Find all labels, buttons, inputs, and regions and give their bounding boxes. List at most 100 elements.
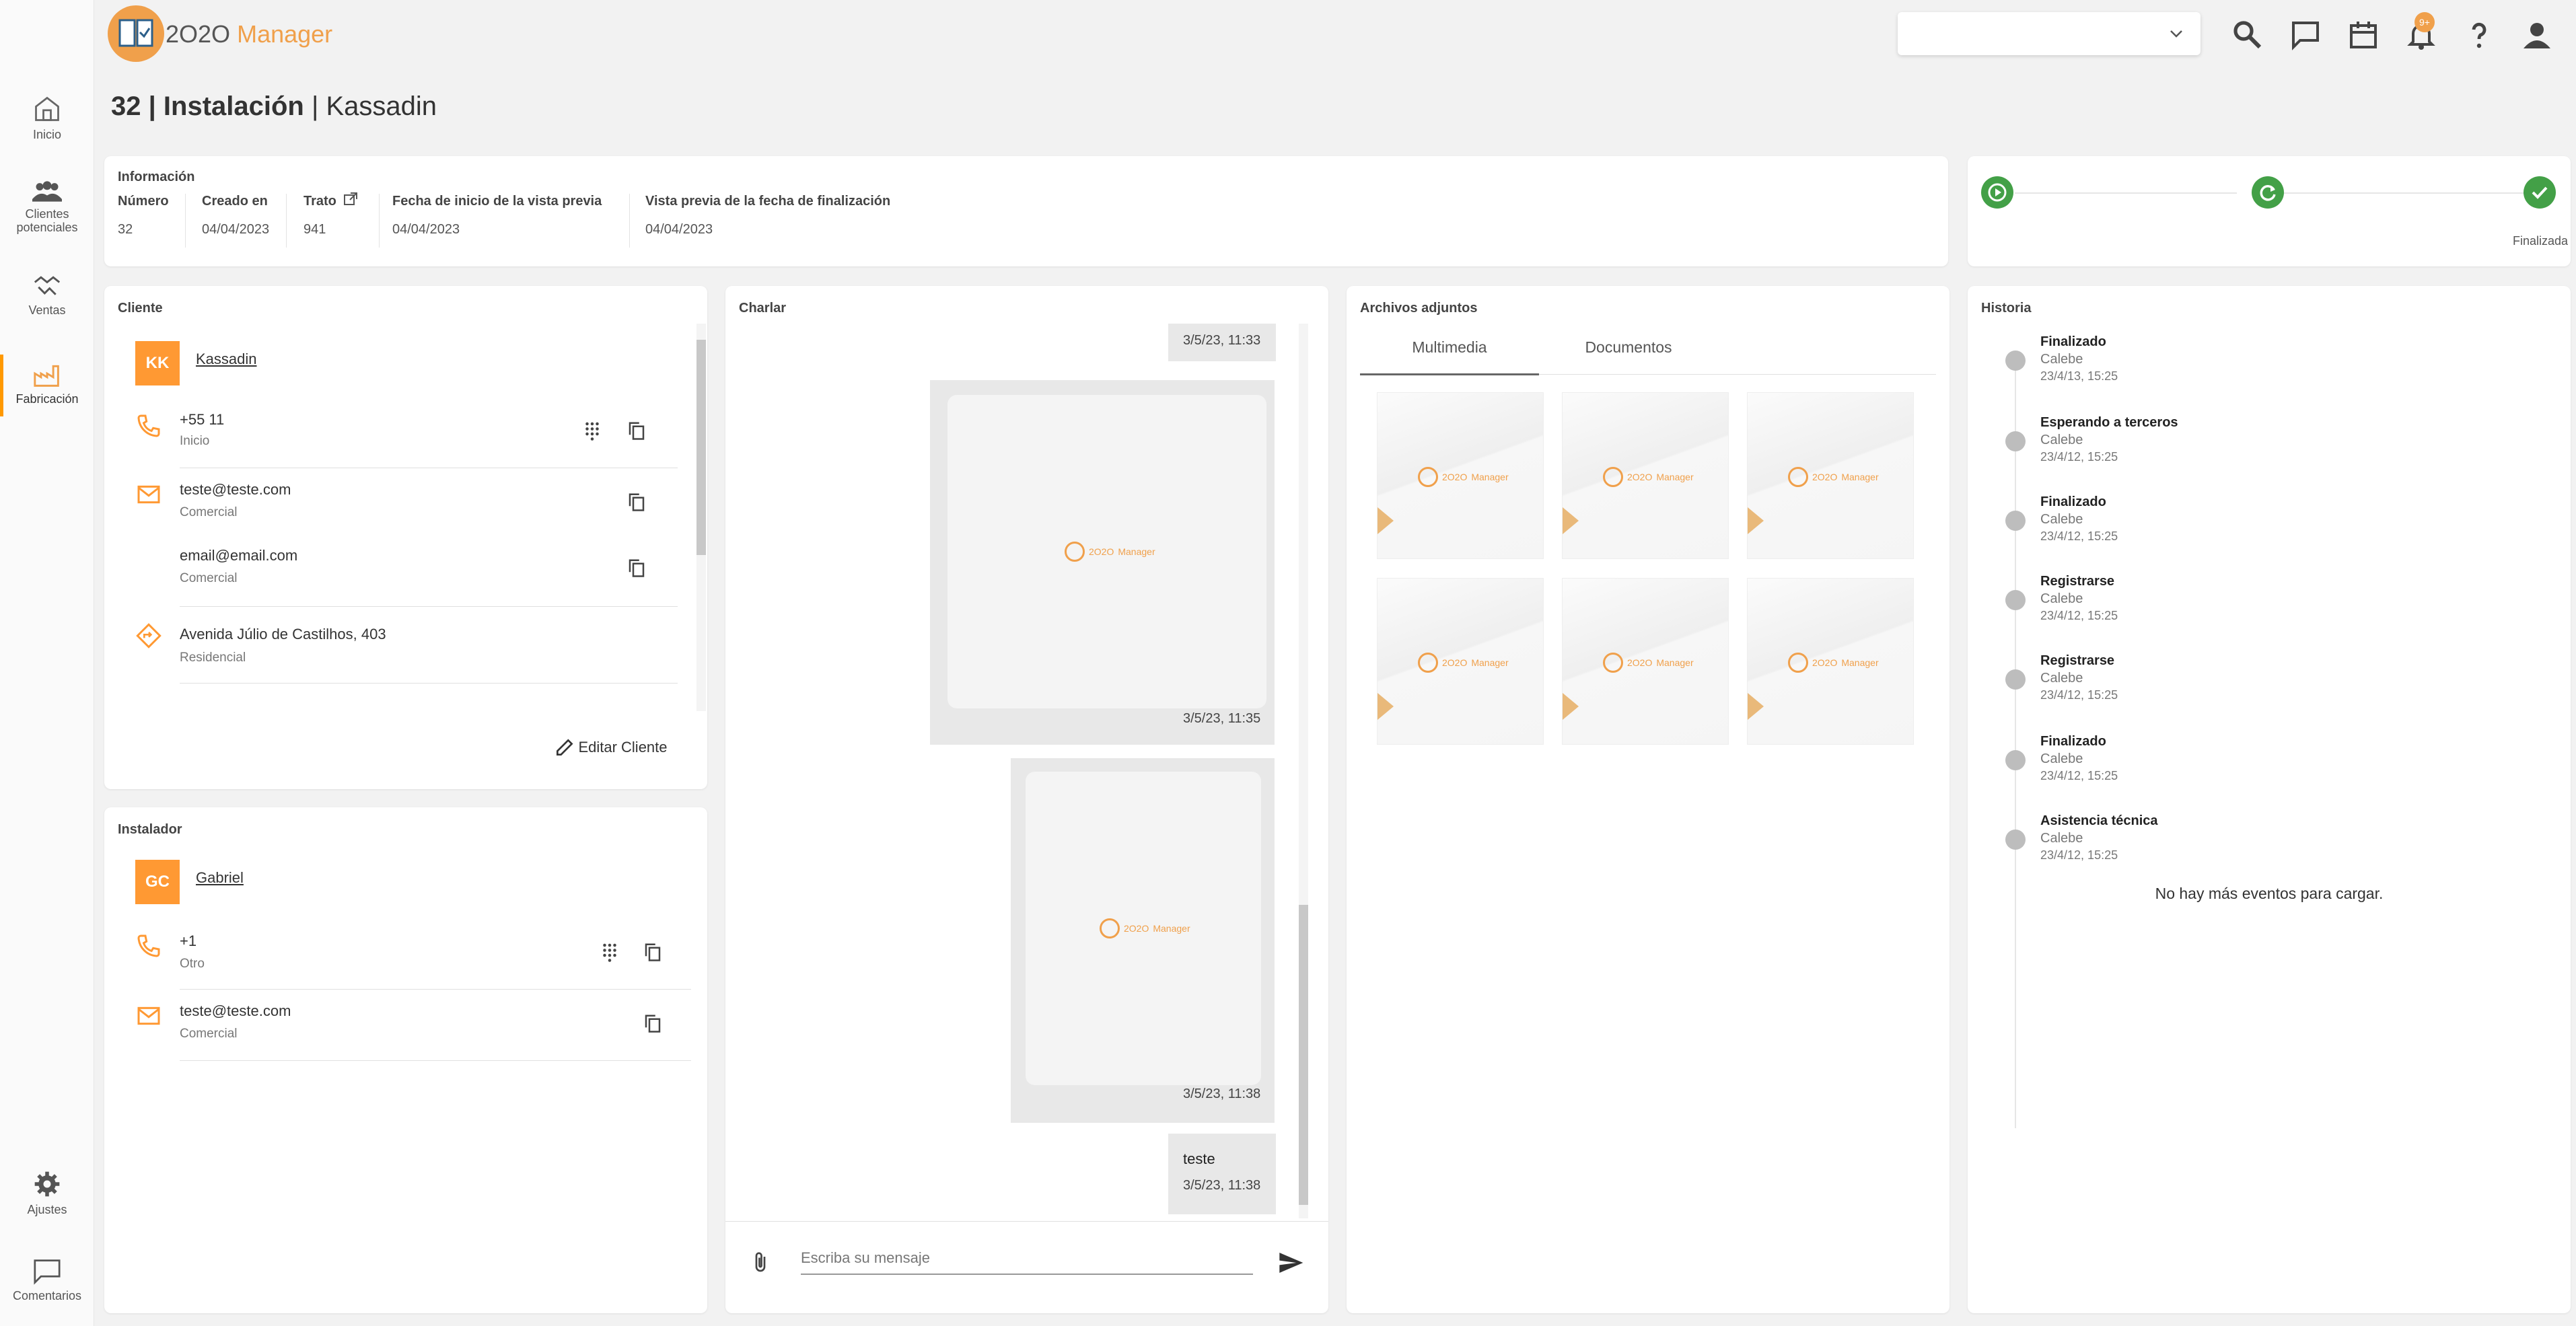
history-dot	[2005, 431, 2026, 451]
nav-item-inicio[interactable]: Inicio	[0, 94, 94, 142]
row-divider	[180, 606, 678, 607]
chat-icon[interactable]	[2289, 19, 2322, 51]
attachment-thumbnail[interactable]: 2O2O Manager	[1562, 578, 1729, 745]
info-value-creado: 04/04/2023	[202, 222, 270, 237]
step-line	[2270, 192, 2526, 194]
row-divider	[180, 683, 678, 684]
client-address-type: Residencial	[180, 651, 246, 665]
logo	[108, 5, 164, 62]
account-icon[interactable]	[2521, 19, 2553, 51]
history-card: Historia Finalizado Calebe 23/4/13, 15:2…	[1968, 286, 2571, 1313]
installer-email-type: Comercial	[180, 1027, 238, 1041]
row-divider	[180, 989, 691, 990]
refresh-icon	[2260, 185, 2276, 201]
client-email-secondary: email@email.com	[180, 547, 298, 564]
home-icon	[35, 96, 59, 121]
send-icon[interactable]	[1277, 1249, 1304, 1276]
history-event-user: Calebe	[2040, 591, 2083, 606]
attachment-thumbnail[interactable]: 2O2O Manager	[1747, 392, 1914, 559]
notification-badge: 9+	[2414, 12, 2435, 32]
history-dot	[2005, 351, 2026, 371]
step-finished[interactable]	[2524, 176, 2556, 209]
edit-client-button[interactable]: Editar Cliente	[554, 737, 668, 758]
copy-icon[interactable]	[627, 492, 647, 512]
client-scrollbar-thumb[interactable]	[696, 340, 706, 555]
client-email-type: Comercial	[180, 505, 238, 519]
info-card: Información Número 32 Creado en 04/04/20…	[104, 156, 1948, 266]
info-title: Información	[118, 170, 195, 184]
header-select[interactable]	[1898, 12, 2201, 55]
edit-client-label: Editar Cliente	[578, 739, 668, 756]
history-event-user: Calebe	[2040, 512, 2083, 527]
history-event-title: Registrarse	[2040, 574, 2115, 589]
attachments-title: Archivos adjuntos	[1360, 301, 1478, 316]
attachment-thumbnail[interactable]: 2O2O Manager	[1377, 392, 1544, 559]
chat-message-text: teste	[1183, 1150, 1215, 1167]
search-icon[interactable]	[2231, 19, 2264, 51]
attachment-thumbnail[interactable]: 2O2O Manager	[1747, 578, 1914, 745]
info-value-fecha-fin: 04/04/2023	[645, 222, 713, 237]
attach-icon[interactable]	[748, 1249, 773, 1276]
chat-message-time: 3/5/23, 11:38	[1183, 1178, 1261, 1193]
gear-icon	[34, 1171, 60, 1197]
info-value-fecha-inicio: 04/04/2023	[392, 222, 460, 237]
calendar-icon[interactable]	[2347, 19, 2380, 51]
chat-message-time: 3/5/23, 11:38	[1183, 1086, 1261, 1101]
sidebar: Inicio Clientes potenciales Ventas Fabri…	[0, 0, 94, 1326]
avatar: KK	[135, 341, 180, 385]
info-label-trato: Trato	[303, 194, 336, 209]
history-dot	[2005, 590, 2026, 610]
tab-documentos[interactable]: Documentos	[1539, 338, 1718, 357]
nav-item-fabricacion[interactable]: Fabricación	[0, 355, 94, 416]
chat-scrollbar-thumb[interactable]	[1299, 905, 1308, 1205]
dialpad-icon[interactable]	[600, 942, 620, 962]
installer-name-link[interactable]: Gabriel	[196, 869, 244, 887]
nav-item-ventas[interactable]: Ventas	[0, 272, 94, 318]
history-event-title: Registrarse	[2040, 653, 2115, 668]
installer-title: Instalador	[118, 822, 182, 837]
dialpad-icon[interactable]	[582, 420, 602, 441]
history-title: Historia	[1981, 301, 2032, 316]
installer-phone: +1	[180, 932, 197, 949]
check-icon	[2532, 186, 2548, 199]
handshake-icon	[34, 276, 61, 295]
nav-item-comentarios[interactable]: Comentarios	[0, 1258, 94, 1303]
step-progress[interactable]	[2252, 176, 2284, 209]
help-icon[interactable]	[2463, 19, 2495, 51]
client-address: Avenida Júlio de Castilhos, 403	[180, 626, 386, 642]
history-event-date: 23/4/12, 15:25	[2040, 609, 2118, 622]
history-event-title: Finalizado	[2040, 734, 2106, 749]
copy-icon[interactable]	[627, 420, 647, 441]
step-start[interactable]	[1981, 176, 2013, 209]
client-name-link[interactable]: Kassadin	[196, 351, 257, 368]
info-label-fecha-inicio: Fecha de inicio de la vista previa	[392, 194, 602, 209]
history-event-date: 23/4/13, 15:25	[2040, 369, 2118, 383]
info-separator	[185, 194, 186, 248]
email-icon	[137, 485, 160, 504]
tab-multimedia[interactable]: Multimedia	[1360, 338, 1539, 357]
nav-item-ajustes[interactable]: Ajustes	[0, 1169, 94, 1217]
info-label-creado: Creado en	[202, 194, 268, 209]
attachment-thumbnail[interactable]: 2O2O Manager	[1377, 578, 1544, 745]
history-timeline	[2015, 361, 2016, 1128]
open-external-icon[interactable]	[343, 191, 359, 207]
chat-input[interactable]: Escriba su mensaje	[801, 1249, 930, 1267]
installer-card: Instalador GC Gabriel +1 Otro teste@test…	[104, 807, 707, 1313]
client-title: Cliente	[118, 301, 163, 316]
logo-icon	[118, 19, 153, 47]
tab-active-indicator	[1360, 373, 1539, 375]
step-line	[2015, 192, 2237, 194]
copy-icon[interactable]	[627, 558, 647, 578]
copy-icon[interactable]	[643, 942, 663, 962]
attachment-thumbnail[interactable]: 2O2O Manager	[1562, 392, 1729, 559]
nav-item-clientes[interactable]: Clientes potenciales	[0, 180, 94, 235]
history-end-message: No hay más eventos para cargar.	[2155, 885, 2384, 902]
factory-icon	[34, 365, 59, 387]
history-event-user: Calebe	[2040, 831, 2083, 846]
row-divider	[180, 1060, 691, 1061]
chat-input-divider	[725, 1221, 1328, 1222]
history-event-title: Asistencia técnica	[2040, 813, 2158, 828]
copy-icon[interactable]	[643, 1013, 663, 1033]
play-icon	[1988, 183, 2007, 202]
info-value-numero: 32	[118, 222, 133, 237]
